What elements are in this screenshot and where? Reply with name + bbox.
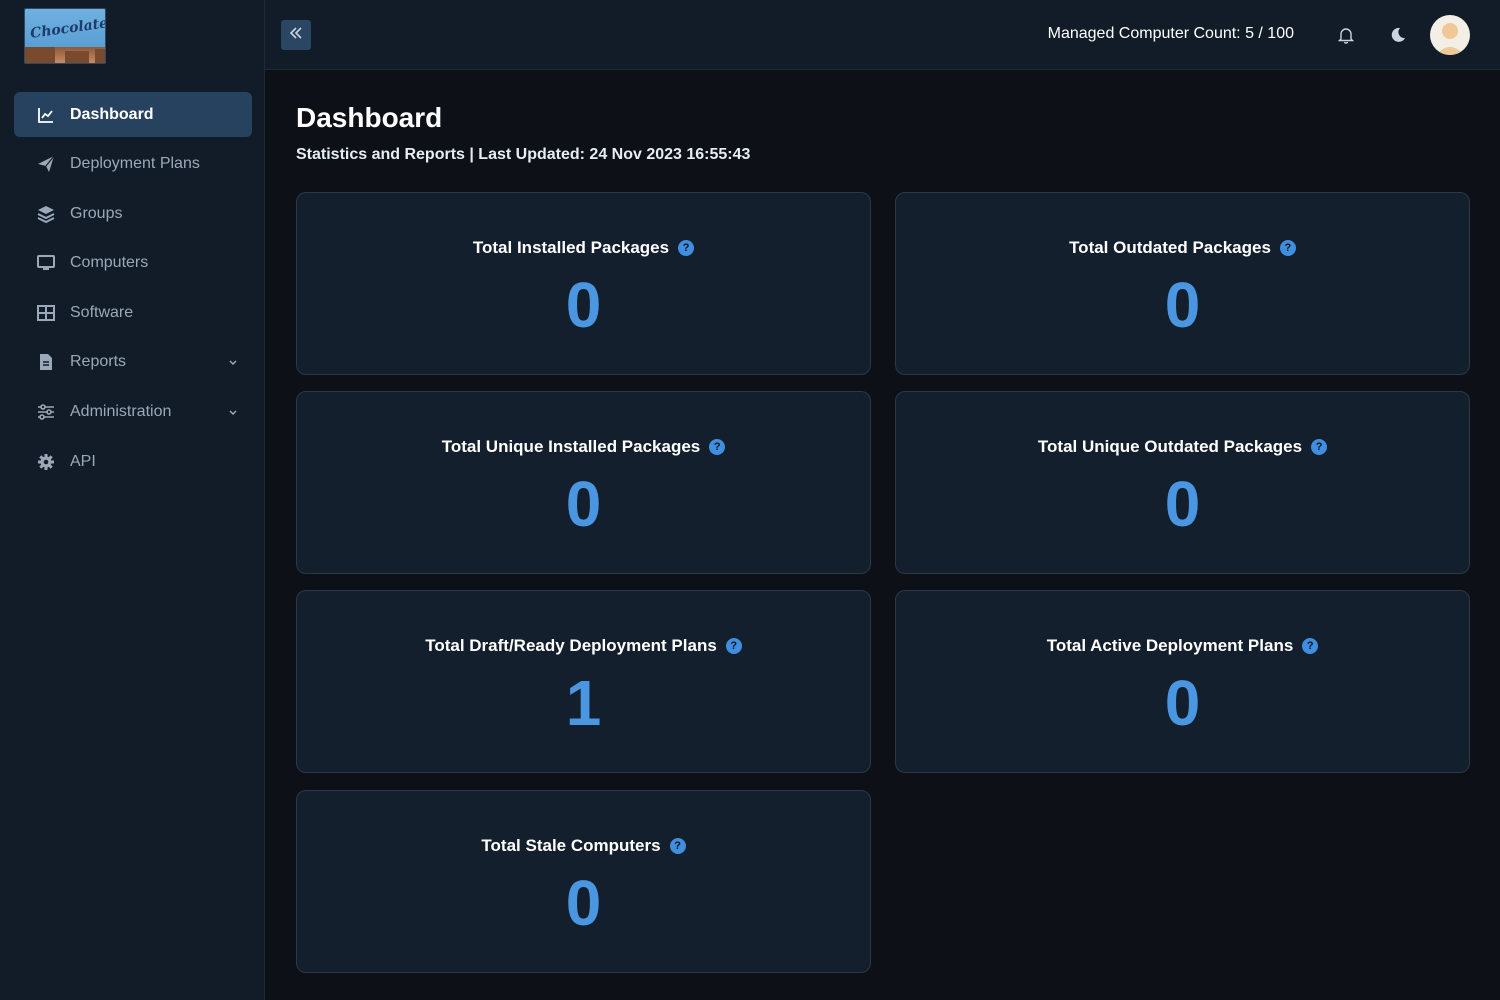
stat-card-total-stale-computers: Total Stale Computers ? 0 — [296, 790, 871, 973]
sidebar-nav: Dashboard Deployment Plans Groups Comput… — [14, 92, 252, 489]
card-title-row: Total Unique Installed Packages ? — [297, 437, 870, 457]
card-value: 1 — [565, 667, 602, 739]
logo-decoration — [95, 49, 105, 63]
grid-icon — [36, 303, 56, 323]
card-title-row: Total Unique Outdated Packages ? — [896, 437, 1469, 457]
sidebar-item-label: Groups — [70, 204, 123, 222]
chevron-down-icon — [228, 405, 238, 423]
sidebar-item-computers[interactable]: Computers — [14, 241, 252, 286]
stat-card-total-installed-packages: Total Installed Packages ? 0 — [296, 192, 871, 375]
card-title-row: Total Outdated Packages ? — [896, 238, 1469, 258]
sidebar-item-label: Dashboard — [70, 105, 154, 123]
double-chevron-left-icon — [288, 25, 304, 46]
chocolatey-logo[interactable]: Chocolatey — [24, 8, 106, 64]
card-value: 0 — [1164, 269, 1201, 341]
sidebar-item-label: Reports — [70, 353, 127, 371]
sidebar-item-api[interactable]: API — [14, 439, 252, 484]
page-title: Dashboard — [296, 102, 443, 133]
sidebar: Chocolatey Dashboard Deployment Plans Gr… — [0, 0, 265, 1000]
card-title-row: Total Draft/Ready Deployment Plans ? — [297, 636, 870, 656]
sidebar-item-software[interactable]: Software — [14, 290, 252, 335]
card-title-row: Total Active Deployment Plans ? — [896, 636, 1469, 656]
sidebar-item-reports[interactable]: Reports — [14, 340, 252, 385]
card-title: Total Outdated Packages — [1069, 238, 1271, 257]
help-icon[interactable]: ? — [1279, 240, 1296, 256]
help-icon[interactable]: ? — [669, 838, 686, 854]
sliders-icon — [36, 402, 56, 422]
user-avatar-icon — [1436, 23, 1464, 55]
sidebar-item-label: Administration — [70, 403, 172, 421]
bell-icon[interactable] — [1335, 24, 1357, 46]
help-icon[interactable]: ? — [709, 439, 726, 455]
chart-line-icon — [36, 105, 56, 125]
sidebar-item-groups[interactable]: Groups — [14, 191, 252, 236]
card-title-row: Total Installed Packages ? — [297, 238, 870, 258]
logo-decoration — [25, 47, 55, 63]
stat-card-total-draft-ready-deployment-plans: Total Draft/Ready Deployment Plans ? 1 — [296, 590, 871, 773]
monitor-icon — [36, 253, 56, 273]
card-value: 0 — [565, 867, 602, 939]
card-value: 0 — [1164, 468, 1201, 540]
gear-icon — [36, 452, 56, 472]
card-title: Total Unique Installed Packages — [441, 437, 701, 456]
sidebar-item-dashboard[interactable]: Dashboard — [14, 92, 252, 137]
card-title: Total Draft/Ready Deployment Plans — [425, 636, 717, 655]
stat-card-total-active-deployment-plans: Total Active Deployment Plans ? 0 — [895, 590, 1470, 773]
managed-computer-count: Managed Computer Count: 5 / 100 — [1047, 25, 1294, 42]
card-title: Total Stale Computers — [481, 836, 661, 855]
stat-card-total-unique-installed-packages: Total Unique Installed Packages ? 0 — [296, 391, 871, 574]
card-title: Total Installed Packages — [472, 238, 670, 257]
help-icon[interactable]: ? — [678, 240, 695, 256]
help-icon[interactable]: ? — [1311, 439, 1328, 455]
sidebar-item-label: Software — [70, 303, 134, 321]
avatar[interactable] — [1430, 15, 1470, 55]
card-title: Total Active Deployment Plans — [1046, 636, 1294, 655]
collapse-sidebar-button[interactable] — [281, 20, 311, 50]
card-title: Total Unique Outdated Packages — [1037, 437, 1303, 456]
card-title-row: Total Stale Computers ? — [297, 836, 870, 856]
logo-text: Chocolatey — [29, 14, 106, 42]
stat-card-total-unique-outdated-packages: Total Unique Outdated Packages ? 0 — [895, 391, 1470, 574]
paper-plane-icon — [36, 154, 56, 174]
top-header: Managed Computer Count: 5 / 100 — [265, 0, 1500, 70]
help-icon[interactable]: ? — [725, 638, 742, 654]
sidebar-item-label: Deployment Plans — [70, 155, 200, 173]
sidebar-item-deployment-plans[interactable]: Deployment Plans — [14, 142, 252, 187]
sidebar-item-label: API — [70, 452, 96, 470]
sidebar-item-administration[interactable]: Administration — [14, 390, 252, 435]
logo-decoration — [65, 51, 89, 63]
chevron-down-icon — [228, 355, 238, 373]
page-subtitle: Statistics and Reports | Last Updated: 2… — [296, 146, 751, 163]
help-icon[interactable]: ? — [1302, 638, 1319, 654]
file-icon — [36, 352, 56, 372]
layers-icon — [36, 204, 56, 224]
sidebar-item-label: Computers — [70, 254, 149, 272]
moon-icon[interactable] — [1387, 24, 1409, 46]
card-value: 0 — [1164, 667, 1201, 739]
stat-card-total-outdated-packages: Total Outdated Packages ? 0 — [895, 192, 1470, 375]
card-value: 0 — [565, 468, 602, 540]
card-value: 0 — [565, 269, 602, 341]
